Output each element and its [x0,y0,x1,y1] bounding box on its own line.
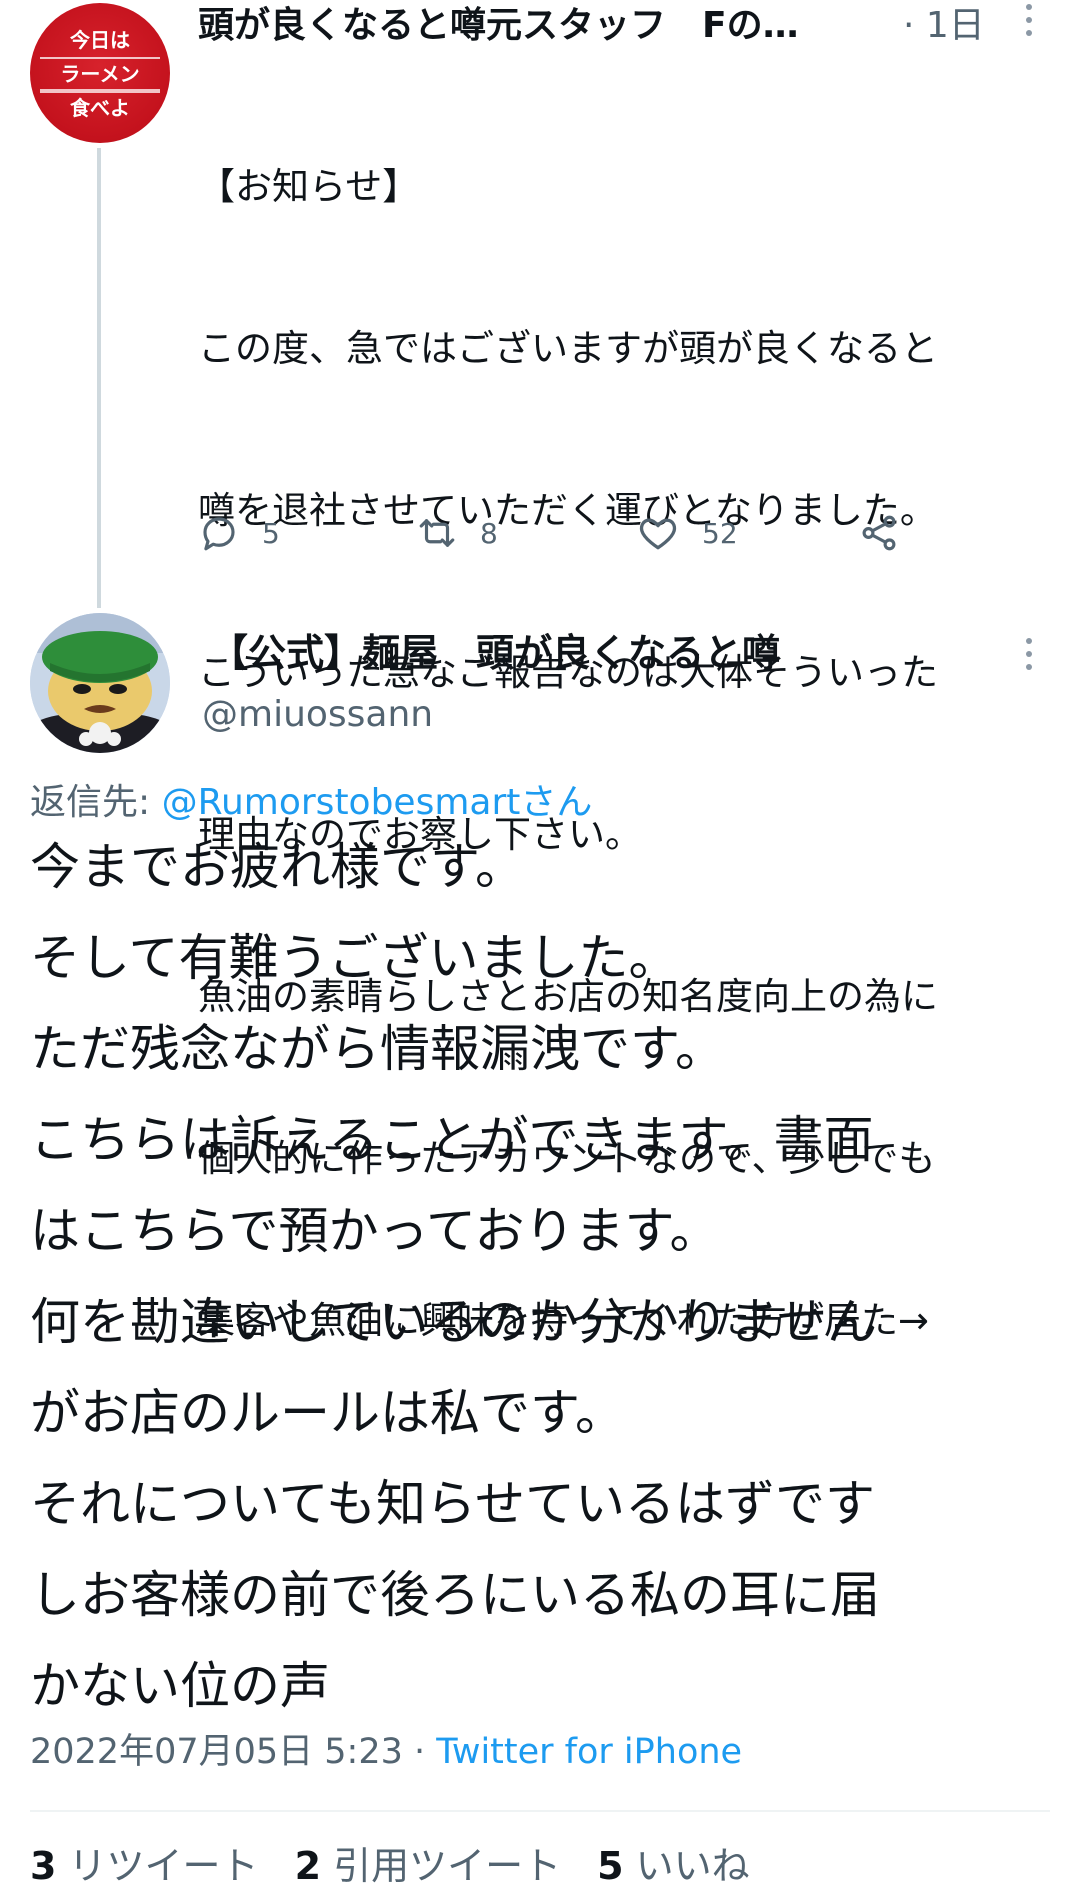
avatar-sign-line-3: 食べよ [30,91,170,125]
quotes-label: 引用ツイート [333,1844,562,1888]
main-display-name[interactable]: 【公式】麺屋 頭が良くなると噂 [210,625,780,681]
likes-stat[interactable]: 5 いいね [597,1838,750,1894]
parent-more-options-icon[interactable] [1018,4,1040,44]
parent-text-line: 【お知らせ】 [198,165,420,208]
retweets-count: 3 [30,1844,57,1888]
likes-count: 5 [597,1844,624,1888]
main-text-line: しお客様の前で後ろにいる私の耳に届 [30,1566,880,1624]
main-text-line: 今までお疲れ様です。 [30,838,525,896]
tweet-source-link[interactable]: Twitter for iPhone [436,1732,742,1772]
like-button[interactable]: 52 [636,505,738,561]
parent-text-line: この度、急ではございますが頭が良くなると [198,327,938,370]
avatar-main[interactable] [30,613,170,753]
retweet-count: 8 [480,516,498,550]
retweet-button[interactable]: 8 [416,505,498,561]
likes-label: いいね [635,1844,750,1888]
quotes-stat[interactable]: 2 引用ツイート [295,1838,562,1894]
retweets-label: リツイート [68,1844,259,1888]
retweet-icon [419,519,455,547]
main-text-line: はこちらで預かっております。 [30,1202,720,1260]
heart-icon [639,518,677,550]
avatar-sign-line-1: 今日は [70,28,130,52]
parent-timestamp[interactable]: · 1日 [903,4,985,48]
stats-divider [30,1810,1050,1812]
share-button[interactable] [858,505,900,561]
retweets-stat[interactable]: 3 リツイート [30,1838,259,1894]
replying-to-link[interactable]: @Rumorstobesmartさん [162,782,593,823]
avatar-sign-line-2: ラーメン [30,57,170,91]
avatar-parent[interactable]: 今日は ラーメン 食べよ [30,3,170,143]
avatar-sign-text: 今日は ラーメン 食べよ [30,23,170,125]
share-icon [862,515,896,551]
reply-icon [203,517,235,551]
main-text-line: 何を勘違いしているのか分かりません [30,1293,877,1351]
replying-to-label: 返信先: [30,782,162,823]
parent-tweet-header: 頭が良くなると噂元スタッフ Fの… · 1日 [198,0,998,52]
main-more-options-icon[interactable] [1018,638,1040,678]
tweet-metadata: 2022年07月05日 5:23 · Twitter for iPhone [30,1722,742,1782]
main-text-line: かない位の声 [30,1657,330,1715]
tweet-stats: 3 リツイート 2 引用ツイート 5 いいね [30,1838,786,1894]
tweet-datetime[interactable]: 2022年07月05日 5:23 · [30,1732,436,1772]
thread-connector [97,148,101,608]
main-text-line: がお店のルールは私です。 [30,1384,625,1442]
like-count: 52 [702,516,738,550]
reply-count: 5 [262,516,280,550]
main-text-line: ただ残念ながら情報漏洩です。 [30,1020,725,1078]
mascot-avatar-image [30,613,170,753]
main-tweet-text: 今までお疲れ様です。 そして有難うございました。 ただ残念ながら情報漏洩です。 … [30,822,1060,1732]
quotes-count: 2 [294,1844,322,1888]
main-handle[interactable]: @miuossann [202,690,433,740]
main-text-line: こちらは訴えることができます。書面 [30,1111,874,1169]
reply-button[interactable]: 5 [198,505,280,561]
main-text-line: それについても知らせているはずです [30,1475,875,1533]
parent-display-name[interactable]: 頭が良くなると噂元スタッフ Fの… [198,4,893,48]
main-text-line: そして有難うございました。 [30,929,679,987]
parent-action-bar: 5 8 52 [198,505,1038,561]
